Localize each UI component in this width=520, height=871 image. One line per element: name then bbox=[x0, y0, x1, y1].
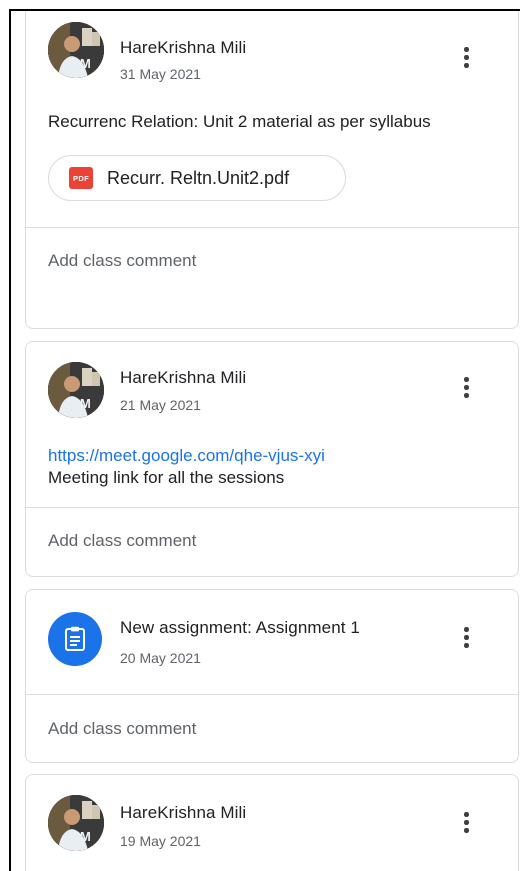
assignment-title[interactable]: New assignment: Assignment 1 bbox=[120, 618, 360, 638]
more-options-icon[interactable] bbox=[456, 809, 476, 839]
post-card[interactable]: M HareKrishna Mili 31 May 2021 Recurrenc… bbox=[25, 11, 519, 329]
add-class-comment[interactable]: Add class comment bbox=[26, 508, 518, 574]
attachment-chip[interactable]: PDF Recurr. Reltn.Unit2.pdf bbox=[48, 155, 346, 201]
svg-text:M: M bbox=[80, 56, 91, 71]
post-date: 31 May 2021 bbox=[120, 66, 201, 82]
author-name: HareKrishna Mili bbox=[120, 803, 247, 822]
author-name: HareKrishna Mili bbox=[120, 368, 247, 387]
more-options-icon[interactable] bbox=[456, 374, 476, 404]
post-card[interactable]: M HareKrishna Mili 21 May 2021 https://m… bbox=[25, 341, 519, 577]
post-text: Meeting link for all the sessions bbox=[48, 468, 285, 487]
attachment-name: Recurr. Reltn.Unit2.pdf bbox=[107, 167, 290, 188]
author-avatar[interactable]: M bbox=[48, 362, 104, 418]
add-class-comment[interactable]: Add class comment bbox=[26, 228, 518, 294]
post-header: New assignment: Assignment 1 20 May 2021 bbox=[26, 590, 518, 694]
more-options-icon[interactable] bbox=[456, 624, 476, 654]
svg-text:M: M bbox=[80, 829, 91, 844]
post-body: https://meet.google.com/qhe-vjus-xyi Mee… bbox=[26, 420, 518, 507]
post-header: M HareKrishna Mili 31 May 2021 bbox=[26, 11, 518, 82]
post-date: 21 May 2021 bbox=[120, 397, 201, 413]
svg-text:M: M bbox=[80, 396, 91, 411]
post-header: M HareKrishna Mili 19 May 2021 bbox=[26, 775, 518, 853]
post-card[interactable]: M HareKrishna Mili 19 May 2021 bbox=[25, 774, 519, 871]
meeting-link[interactable]: https://meet.google.com/qhe-vjus-xyi bbox=[48, 445, 496, 467]
pdf-icon: PDF bbox=[69, 167, 93, 189]
stream-viewport: M HareKrishna Mili 31 May 2021 Recurrenc… bbox=[9, 9, 520, 871]
post-text: Recurrenc Relation: Unit 2 material as p… bbox=[48, 112, 431, 131]
add-class-comment[interactable]: Add class comment bbox=[26, 695, 518, 762]
more-options-icon[interactable] bbox=[456, 44, 476, 74]
post-date: 20 May 2021 bbox=[120, 650, 201, 666]
post-date: 19 May 2021 bbox=[120, 833, 201, 849]
author-name: HareKrishna Mili bbox=[120, 38, 247, 57]
author-avatar[interactable]: M bbox=[48, 795, 104, 851]
assignment-icon bbox=[48, 612, 102, 666]
post-header: M HareKrishna Mili 21 May 2021 bbox=[26, 342, 518, 420]
author-avatar[interactable]: M bbox=[48, 22, 104, 78]
assignment-card[interactable]: New assignment: Assignment 1 20 May 2021… bbox=[25, 589, 519, 763]
